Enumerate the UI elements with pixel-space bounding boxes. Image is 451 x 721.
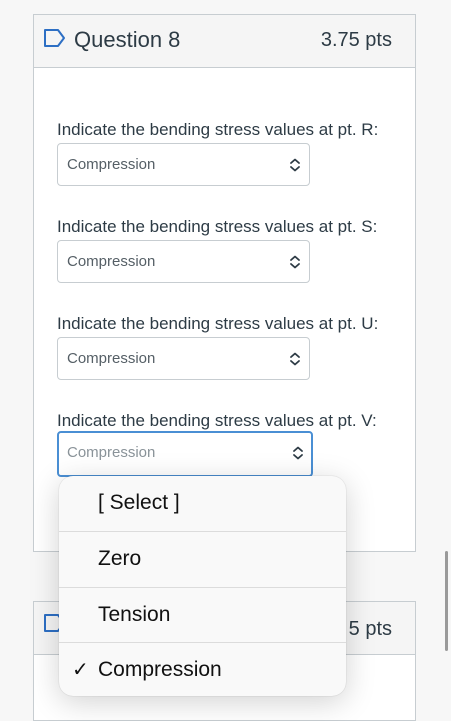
select-u-value: Compression (67, 350, 156, 367)
menu-option-select[interactable]: [ Select ] (59, 476, 346, 531)
flag-icon[interactable] (43, 28, 67, 48)
select-r-value: Compression (67, 156, 156, 173)
menu-option-label: [ Select ] (98, 491, 180, 514)
select-s-value: Compression (67, 253, 156, 270)
question-card: Question 8 3.75 pts Indicate the bending… (33, 14, 416, 552)
menu-option-label: Tension (98, 603, 171, 626)
menu-option-compression[interactable]: ✓ Compression (59, 643, 346, 696)
next-question-points: 5 pts (348, 618, 392, 640)
select-s[interactable]: Compression (57, 240, 310, 283)
up-down-chevron-icon (290, 255, 300, 269)
prompt-s: Indicate the bending stress values at pt… (57, 217, 378, 236)
up-down-chevron-icon (290, 158, 300, 172)
prompt-v: Indicate the bending stress values at pt… (57, 411, 377, 430)
up-down-chevron-icon (290, 352, 300, 366)
prompt-u: Indicate the bending stress values at pt… (57, 314, 379, 333)
select-r[interactable]: Compression (57, 143, 310, 186)
prompt-r: Indicate the bending stress values at pt… (57, 120, 379, 139)
dropdown-menu: [ Select ] Zero Tension ✓ Compression (59, 476, 346, 696)
checkmark-icon: ✓ (72, 659, 89, 681)
menu-option-tension[interactable]: Tension (59, 588, 346, 643)
select-v[interactable]: Compression (57, 431, 313, 477)
menu-option-label: Compression (98, 658, 222, 681)
question-points: 3.75 pts (320, 29, 392, 51)
menu-option-label: Zero (98, 547, 142, 570)
question-header: Question 8 3.75 pts (34, 15, 415, 68)
scrollbar[interactable] (445, 551, 448, 651)
question-title: Question 8 (74, 27, 181, 52)
up-down-chevron-icon (293, 446, 303, 460)
select-v-value: Compression (67, 444, 156, 461)
menu-option-zero[interactable]: Zero (59, 532, 346, 587)
select-u[interactable]: Compression (57, 337, 310, 380)
